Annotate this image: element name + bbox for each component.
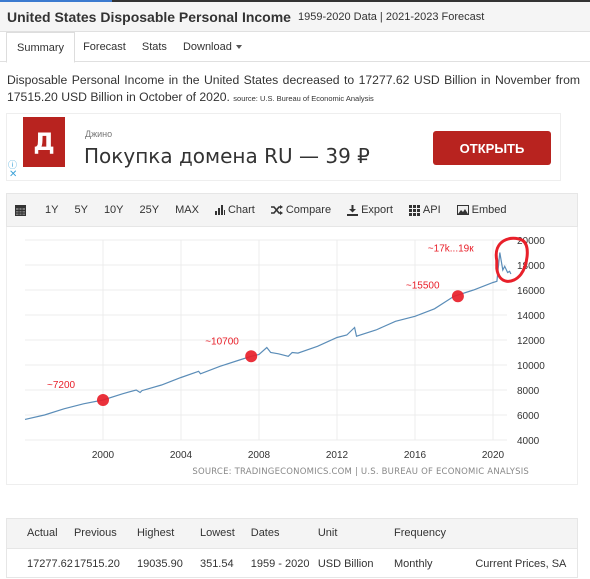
stats-header-notes <box>475 519 577 548</box>
range-5y[interactable]: 5Y <box>66 204 95 216</box>
stats-header-previous: Previous <box>73 527 117 540</box>
page-title: United States Disposable Personal Income <box>7 8 291 25</box>
advertisement-banner[interactable]: Д Джино Покупка домена RU — 39 ₽ ОТКРЫТЬ… <box>6 113 561 181</box>
annotation-label: ~7200 <box>47 380 76 391</box>
tab-download[interactable]: Download <box>175 32 250 62</box>
x-tick-label: 2000 <box>92 450 115 461</box>
y-tick-label: 8000 <box>517 386 540 397</box>
y-tick-label: 18000 <box>517 261 545 272</box>
series-line <box>24 252 512 420</box>
y-tick-label: 20000 <box>517 236 545 247</box>
bar-chart-icon <box>214 205 225 215</box>
stats-value-lowest: 351.54 <box>199 557 234 570</box>
stats-header-row: Actual Previous Highest Lowest Dates Unit Freq… <box>7 519 577 548</box>
annotation-dot <box>97 394 109 406</box>
range-25y[interactable]: 25Y <box>132 204 168 216</box>
x-tick-label: 2004 <box>170 450 193 461</box>
chart-toolbar: 1Y 5Y 10Y 25Y MAX Chart Compare Export A… <box>6 193 578 227</box>
ad-open-button[interactable]: ОТКРЫТЬ <box>433 131 551 165</box>
annotation-dot <box>451 290 464 303</box>
stats-value-notes: Current Prices, SA <box>475 557 567 570</box>
stats-header-lowest: Lowest <box>199 527 235 540</box>
range-10y[interactable]: 10Y <box>96 204 132 216</box>
stats-value-actual: 17277.62 <box>27 557 73 570</box>
export-button[interactable]: Export <box>339 204 401 216</box>
embed-button[interactable]: Embed <box>449 204 515 216</box>
stats-header-frequency: Frequency <box>394 527 446 540</box>
shuffle-icon <box>270 205 283 215</box>
page-subtitle: 1959-2020 Data | 2021-2023 Forecast <box>297 10 485 23</box>
calendar-button[interactable] <box>7 204 37 216</box>
stats-header-actual: Actual <box>27 527 58 540</box>
stats-value-frequency: Monthly <box>394 557 433 570</box>
compare-button[interactable]: Compare <box>263 204 339 216</box>
x-tick-label: 2008 <box>248 450 271 461</box>
stats-header-highest: Highest <box>136 527 175 540</box>
stats-value-highest: 19035.90 <box>136 557 183 570</box>
embed-button-label: Embed <box>471 204 507 216</box>
chart-button[interactable]: Chart <box>207 204 263 216</box>
api-button-label: API <box>422 204 441 216</box>
stats-table-container: Actual Previous Highest Lowest Dates Unit Freq… <box>6 518 578 578</box>
chart-container: 4000 6000 8000 10000 12000 14000 16000 18000 200… <box>6 227 578 485</box>
y-tick-label: 6000 <box>517 411 540 422</box>
annotation-label: ~15500 <box>406 280 440 291</box>
y-tick-label: 12000 <box>517 336 545 347</box>
y-tick-label: 10000 <box>517 361 545 372</box>
ad-logo: Д <box>23 117 65 167</box>
stats-value-dates: 1959 - 2020 <box>250 557 310 570</box>
ad-brand: Джино <box>85 129 113 139</box>
caret-down-icon <box>235 45 242 50</box>
stats-value-unit: USD Billion <box>317 557 374 570</box>
line-chart[interactable]: 4000 6000 8000 10000 12000 14000 16000 18000 200… <box>7 227 579 485</box>
api-button[interactable]: API <box>401 204 449 216</box>
stats-value-row: 17277.62 17515.20 19035.90 351.54 1959 - 202… <box>7 548 577 579</box>
ad-title: Покупка домена RU — 39 ₽ <box>84 144 370 168</box>
calendar-icon <box>15 205 26 216</box>
annotation-label: ~17k...19к <box>428 244 474 255</box>
stats-value-previous: 17515.20 <box>73 557 120 570</box>
download-icon <box>347 204 359 216</box>
chart-source: SOURCE: TRADINGECONOMICS.COM | U.S. BURE… <box>192 467 529 477</box>
tab-forecast[interactable]: Forecast <box>75 32 134 62</box>
y-tick-label: 14000 <box>517 311 545 322</box>
export-button-label: Export <box>361 204 393 216</box>
summary-description: Disposable Personal Income in the United… <box>7 72 580 107</box>
page-header: United States Disposable Personal Income… <box>0 2 590 32</box>
stats-header-unit: Unit <box>317 527 338 540</box>
image-icon <box>456 205 469 215</box>
annotation-label: ~10700 <box>205 336 239 347</box>
x-tick-label: 2020 <box>482 450 505 461</box>
stats-table: Actual Previous Highest Lowest Dates Unit Freq… <box>7 519 577 579</box>
range-max[interactable]: MAX <box>167 204 207 216</box>
tab-bar: Summary Forecast Stats Download <box>0 32 590 63</box>
chart-button-label: Chart <box>227 204 255 216</box>
annotation-dot <box>245 350 258 363</box>
summary-source: source: U.S. Bureau of Economic Analysis <box>233 94 374 103</box>
tab-stats[interactable]: Stats <box>134 32 175 62</box>
x-tick-label: 2016 <box>404 450 427 461</box>
grid-icon <box>408 204 420 216</box>
tab-summary[interactable]: Summary <box>6 32 76 63</box>
x-tick-label: 2012 <box>326 450 349 461</box>
tab-download-label: Download <box>182 41 232 53</box>
ad-close-icon[interactable]: ✕ <box>9 169 17 180</box>
y-tick-label: 4000 <box>517 436 540 447</box>
compare-button-label: Compare <box>285 204 332 216</box>
stats-header-dates: Dates <box>250 527 280 540</box>
range-1y[interactable]: 1Y <box>37 204 66 216</box>
y-tick-label: 16000 <box>517 286 545 297</box>
